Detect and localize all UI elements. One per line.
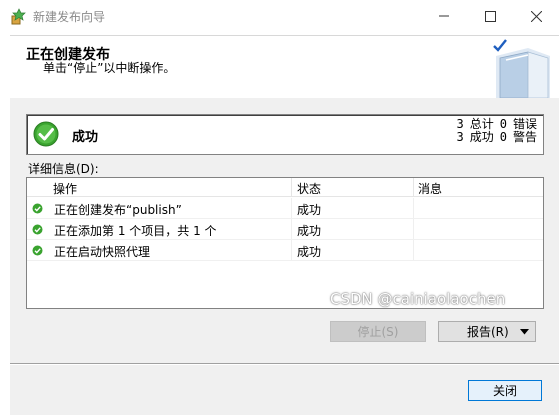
- success-check-icon: [33, 121, 59, 147]
- cell-divider: [291, 198, 292, 218]
- column-divider[interactable]: [291, 178, 292, 196]
- success-check-icon: [32, 245, 43, 256]
- maximize-icon: [484, 10, 496, 22]
- cell-divider: [413, 219, 414, 239]
- status-summary: 成功 3 总计 0 错误 3 成功 0 警告: [26, 114, 544, 155]
- row-action: 正在启动快照代理: [54, 245, 151, 259]
- status-stats: 3 总计 0 错误 3 成功 0 警告: [457, 118, 538, 144]
- stop-button[interactable]: 停止(S): [330, 321, 426, 342]
- column-header-action[interactable]: 操作: [53, 180, 77, 197]
- close-window-button[interactable]: [513, 0, 559, 32]
- warning-label: 警告: [512, 130, 537, 144]
- cell-divider: [291, 240, 292, 260]
- app-wizard-icon: [11, 8, 26, 25]
- success-check-icon: [32, 203, 43, 214]
- close-button[interactable]: 关闭: [468, 380, 542, 401]
- watermark-text: CSDN @cainiaolaochen: [330, 290, 506, 308]
- success-check-icon: [32, 224, 43, 235]
- table-row[interactable]: 正在添加第 1 个项目，共 1 个 成功: [27, 219, 543, 240]
- report-button-label: 报告(R): [467, 325, 509, 339]
- minimize-icon: [439, 15, 449, 17]
- row-action: 正在添加第 1 个项目，共 1 个: [54, 224, 217, 238]
- success-label: 成功: [469, 130, 494, 144]
- page-subtitle: 单击“停止”以中断操作。: [43, 61, 176, 75]
- wizard-header: 正在创建发布 单击“停止”以中断操作。: [10, 35, 559, 100]
- column-header-message[interactable]: 消息: [418, 180, 442, 197]
- row-status: 成功: [297, 245, 322, 259]
- status-label: 成功: [72, 130, 99, 145]
- wizard-content: 成功 3 总计 0 错误 3 成功 0 警告 详细信息(D): 操作 状态 消息: [10, 98, 559, 415]
- row-status: 成功: [297, 224, 322, 238]
- title-bar: 新建发布向导: [0, 0, 559, 32]
- close-button-label: 关闭: [492, 384, 517, 398]
- maximize-button[interactable]: [467, 0, 513, 32]
- warning-count: 0: [499, 130, 507, 144]
- table-row[interactable]: 正在启动快照代理 成功: [27, 240, 543, 261]
- table-row[interactable]: 正在创建发布“publish” 成功: [27, 198, 543, 219]
- minimize-button[interactable]: [421, 0, 467, 32]
- window-title: 新建发布向导: [33, 10, 106, 24]
- row-status: 成功: [297, 203, 322, 217]
- success-count: 3: [456, 130, 464, 144]
- cell-divider: [413, 198, 414, 218]
- close-icon: [530, 10, 542, 22]
- report-button[interactable]: 报告(R): [438, 321, 536, 342]
- stop-button-label: 停止(S): [357, 325, 399, 339]
- cell-divider: [413, 240, 414, 260]
- dropdown-arrow-icon[interactable]: [520, 329, 529, 335]
- footer-divider-highlight: [10, 364, 559, 365]
- details-label: 详细信息(D):: [28, 162, 99, 176]
- row-action: 正在创建发布“publish”: [54, 203, 182, 217]
- column-divider[interactable]: [413, 178, 414, 196]
- column-header-status[interactable]: 状态: [297, 180, 321, 197]
- grid-header: 操作 状态 消息: [27, 178, 543, 197]
- book-wizard-art: [493, 39, 550, 98]
- cell-divider: [291, 219, 292, 239]
